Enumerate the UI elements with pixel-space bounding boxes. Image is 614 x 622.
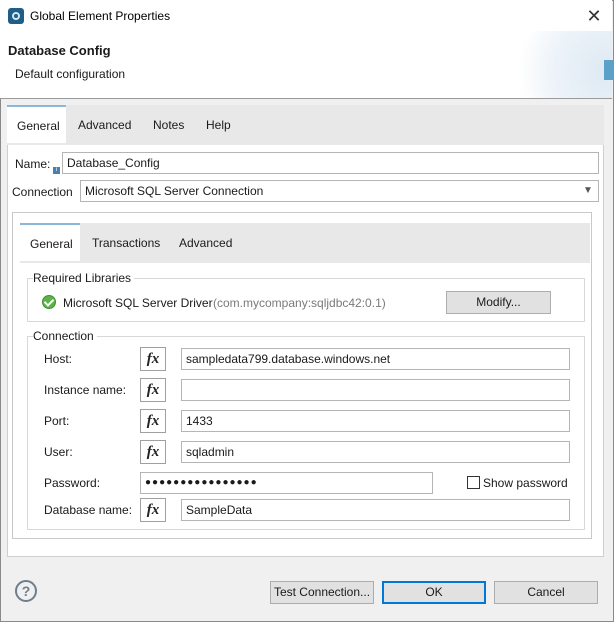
password-input[interactable]: ●●●●●●●●●●●●●●●●: [140, 472, 433, 494]
connection-group-title: Connection: [33, 329, 97, 343]
port-label: Port:: [44, 414, 70, 428]
inner-tab-advanced[interactable]: Advanced: [169, 224, 242, 262]
driver-name: Microsoft SQL Server Driver: [63, 296, 213, 310]
app-icon: [8, 8, 24, 24]
host-input[interactable]: sampledata799.database.windows.net: [181, 348, 570, 370]
dropdown-arrow-icon[interactable]: ▼: [581, 184, 595, 198]
window-title: Global Element Properties: [30, 9, 171, 23]
instance-label: Instance name:: [44, 383, 127, 397]
name-label: Name:: [15, 157, 51, 171]
modify-button[interactable]: Modify...: [446, 291, 551, 314]
connection-select[interactable]: Microsoft SQL Server Connection ▼: [80, 180, 599, 202]
port-input[interactable]: 1433: [181, 410, 570, 432]
cancel-button[interactable]: Cancel: [494, 581, 598, 604]
ok-button[interactable]: OK: [382, 581, 486, 604]
database-label: Database name:: [44, 503, 133, 517]
page-subtitle: Default configuration: [15, 67, 126, 81]
show-password-checkbox[interactable]: [467, 476, 480, 489]
user-fx-icon[interactable]: fx: [140, 440, 166, 464]
connection-select-value: Microsoft SQL Server Connection: [85, 184, 264, 198]
connection-label: Connection: [12, 185, 73, 199]
user-input[interactable]: sqladmin: [181, 441, 570, 463]
database-input[interactable]: SampleData: [181, 499, 570, 521]
host-label: Host:: [44, 352, 73, 366]
page-title: Database Config: [8, 43, 111, 58]
check-circle-icon: [42, 295, 56, 309]
tab-advanced[interactable]: Advanced: [68, 106, 141, 144]
info-icon: i: [53, 167, 60, 174]
banner-decoration: [502, 31, 612, 98]
tab-notes[interactable]: Notes: [143, 106, 194, 144]
header-banner: Database Config Default configuration: [0, 31, 612, 99]
inner-tab-general[interactable]: General: [20, 223, 80, 261]
required-libraries-title: Required Libraries: [33, 271, 135, 285]
scrollbar-thumb[interactable]: [604, 60, 614, 80]
show-password-label: Show password: [483, 476, 568, 490]
help-icon[interactable]: ?: [15, 580, 37, 602]
password-label: Password:: [44, 476, 101, 490]
driver-coordinates: (com.mycompany:sqljdbc42:0.1): [213, 296, 386, 310]
inner-tab-transactions[interactable]: Transactions: [82, 224, 170, 262]
test-connection-button[interactable]: Test Connection...: [270, 581, 374, 604]
host-fx-icon[interactable]: fx: [140, 347, 166, 371]
database-fx-icon[interactable]: fx: [140, 498, 166, 522]
tab-general[interactable]: General: [7, 105, 66, 143]
instance-input[interactable]: [181, 379, 570, 401]
close-icon[interactable]: ✕: [580, 4, 608, 28]
instance-fx-icon[interactable]: fx: [140, 378, 166, 402]
user-label: User:: [44, 445, 73, 459]
port-fx-icon[interactable]: fx: [140, 409, 166, 433]
tab-help[interactable]: Help: [196, 106, 241, 144]
name-input[interactable]: Database_Config: [62, 152, 599, 174]
